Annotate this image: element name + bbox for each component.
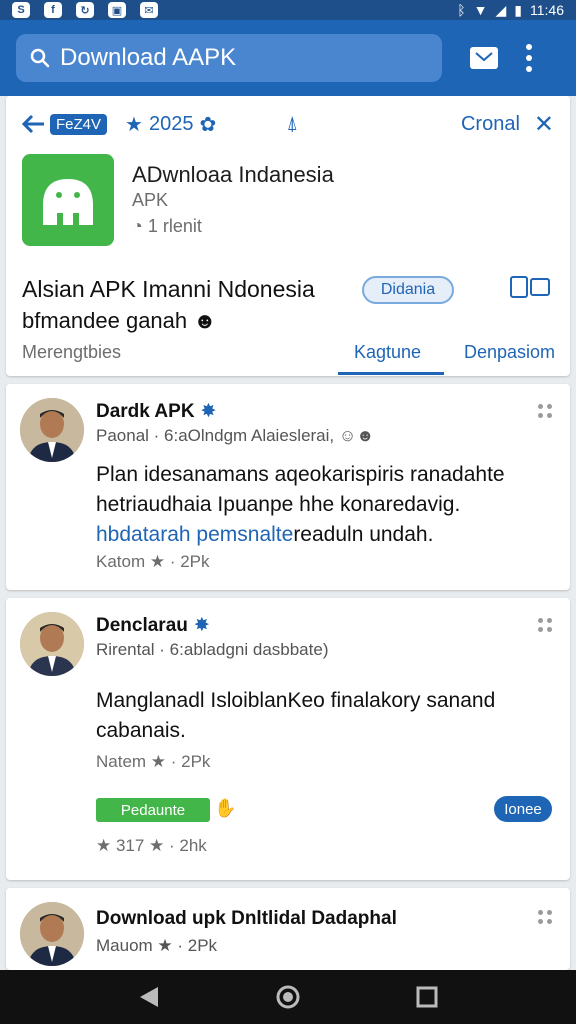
general-link[interactable]: Cronal <box>461 113 520 136</box>
search-input[interactable]: Download AAPK <box>16 34 442 82</box>
app-meta: ◔ 1 rlenit <box>132 216 202 237</box>
photo-notification-icon: ▣ <box>108 2 126 18</box>
signal-icon: ◢ <box>495 1 507 18</box>
post-meta: Rirental · 6:abladgni dasbbate) <box>96 640 329 659</box>
post-meta-text: Paonal · 6:aOlndgm Alaieslerai, <box>96 426 335 445</box>
post-body-line: cabanais. <box>96 719 186 742</box>
post-body-line: Manglanadl IsloiblanKeo finalakory sanan… <box>96 689 496 712</box>
status-bar: S f ↻ ▣ ✉ ᛒ ▼ ◢ ▮ 11:46 <box>0 0 576 20</box>
star-icon: ★ <box>125 113 143 136</box>
mail-notification-icon: ✉ <box>140 2 158 18</box>
close-icon[interactable]: ✕ <box>534 110 554 139</box>
post-body-line: Plan idesanamans aqeokarispiris ranadaht… <box>96 463 505 486</box>
reaction-icon: ✋ <box>214 798 237 818</box>
bluetooth-icon: ᛒ <box>457 2 466 18</box>
post-body-link[interactable]: hbdatarah pemsnaltе <box>96 523 293 546</box>
active-tab-indicator <box>338 372 444 375</box>
emoji-icon: ☻ <box>193 308 217 333</box>
recents-nav-icon[interactable] <box>416 986 438 1008</box>
pin-icon[interactable]: ⍋ <box>286 113 298 136</box>
home-nav-icon[interactable] <box>275 984 301 1010</box>
post-body-line: hbdatarah pemsnaltеreaduln undah. <box>96 520 556 550</box>
rating: ★ 2025 <box>125 112 193 137</box>
app-meta-text: 1 rlenit <box>147 216 202 236</box>
clock-icon: ◔ <box>132 216 143 236</box>
post-author-name: Denclarau <box>96 614 188 636</box>
verified-icon: ✸ <box>200 401 217 422</box>
post-meta: Paonal · 6:aOlndgm Alaieslerai, ☺☻ <box>96 426 374 446</box>
post-options-icon[interactable] <box>538 618 552 632</box>
inbox-icon[interactable] <box>470 47 498 69</box>
post-footer: Katom ★ · 2Pk <box>96 552 210 571</box>
badge-icon[interactable]: ✿ <box>199 112 216 137</box>
sync-notification-icon: ↻ <box>76 2 94 18</box>
post-card[interactable]: Dardk APK ✸ Paonal · 6:aOlndgm Alaiesler… <box>6 384 570 590</box>
gallery-icon[interactable] <box>510 276 552 302</box>
facebook-notification-icon: f <box>44 2 62 18</box>
app-subtitle: APK <box>132 190 169 210</box>
emoji-icon: ☺☻ <box>338 426 375 445</box>
back-button[interactable] <box>22 114 46 134</box>
app-bar: Download AAPK <box>0 20 576 96</box>
tab-merengtbies[interactable]: Merengtbies <box>22 342 121 363</box>
post-body-tail: readuln undah. <box>293 523 434 546</box>
verified-icon: ✸ <box>193 615 210 636</box>
tab-kagtune[interactable]: Kagtune <box>354 342 421 363</box>
post-body: Plan idesanamans aqeokarispiris ranadaht… <box>96 460 556 550</box>
tab-bar: Merengtbies Kagtune Denpasiom <box>6 334 570 376</box>
post-stats: ★ 317 ★ · 2hk <box>96 836 207 855</box>
back-arrow-icon <box>22 114 44 134</box>
post-meta: Mauom ★ · 2Pk <box>96 936 218 955</box>
tab-denpasiom[interactable]: Denpasiom <box>464 342 555 363</box>
post-author[interactable]: Denclarau ✸ <box>96 614 210 637</box>
system-nav-bar <box>0 970 576 1024</box>
post-body-line: hetriaudhaia Ipuanpe hhe konaredavig. <box>96 493 461 516</box>
back-nav-icon[interactable] <box>138 985 160 1009</box>
header-toolbar: FeZ4V ★ 2025 ✿ ⍋ Cronal ✕ <box>22 110 554 138</box>
subline-text: bfmandee ganah <box>22 308 188 333</box>
rating-value: 2025 <box>148 112 194 135</box>
post-body: Manglanadl IsloiblanKeo finalakory sanan… <box>96 686 556 746</box>
app-title: ADwnloaa Indanesia <box>132 162 334 187</box>
post-options-icon[interactable] <box>538 404 552 418</box>
post-card[interactable]: Denclarau ✸ Rirental · 6:abladgni dasbba… <box>6 598 570 880</box>
version-tag: FeZ4V <box>50 113 108 135</box>
post-options-icon[interactable] <box>538 910 552 924</box>
android-app-icon <box>22 154 114 246</box>
overflow-menu-icon[interactable] <box>526 44 532 72</box>
avatar[interactable] <box>20 612 84 676</box>
region-chip[interactable]: Didania <box>362 276 454 304</box>
avatar[interactable] <box>20 398 84 462</box>
tag-pill[interactable]: Ionee <box>494 796 552 822</box>
post-author[interactable]: Dardk APK ✸ <box>96 400 216 423</box>
search-icon <box>30 48 50 68</box>
post-card[interactable]: Download upk Dnltlidal Dadaphal Mauom ★ … <box>6 888 570 970</box>
action-button[interactable]: Pedaunte <box>96 798 210 822</box>
subline: bfmandee ganah ☻ <box>22 308 216 334</box>
status-time: 11:46 <box>530 2 564 18</box>
post-author-name: Dardk APK <box>96 400 195 422</box>
post-footer: Natem ★ · 2Pk <box>96 752 211 771</box>
headline: Alsian APK Imanni Ndonesia <box>22 276 315 302</box>
wifi-icon: ▼ <box>473 2 488 18</box>
battery-icon: ▮ <box>514 1 522 18</box>
app-header-card: FeZ4V ★ 2025 ✿ ⍋ Cronal ✕ ADwnloaa Indan… <box>6 96 570 376</box>
avatar[interactable] <box>20 902 84 966</box>
search-placeholder: Download AAPK <box>60 44 237 71</box>
app-notification-icon: S <box>12 2 30 18</box>
post-author-name[interactable]: Download upk Dnltlidal Dadaphal <box>96 908 397 930</box>
